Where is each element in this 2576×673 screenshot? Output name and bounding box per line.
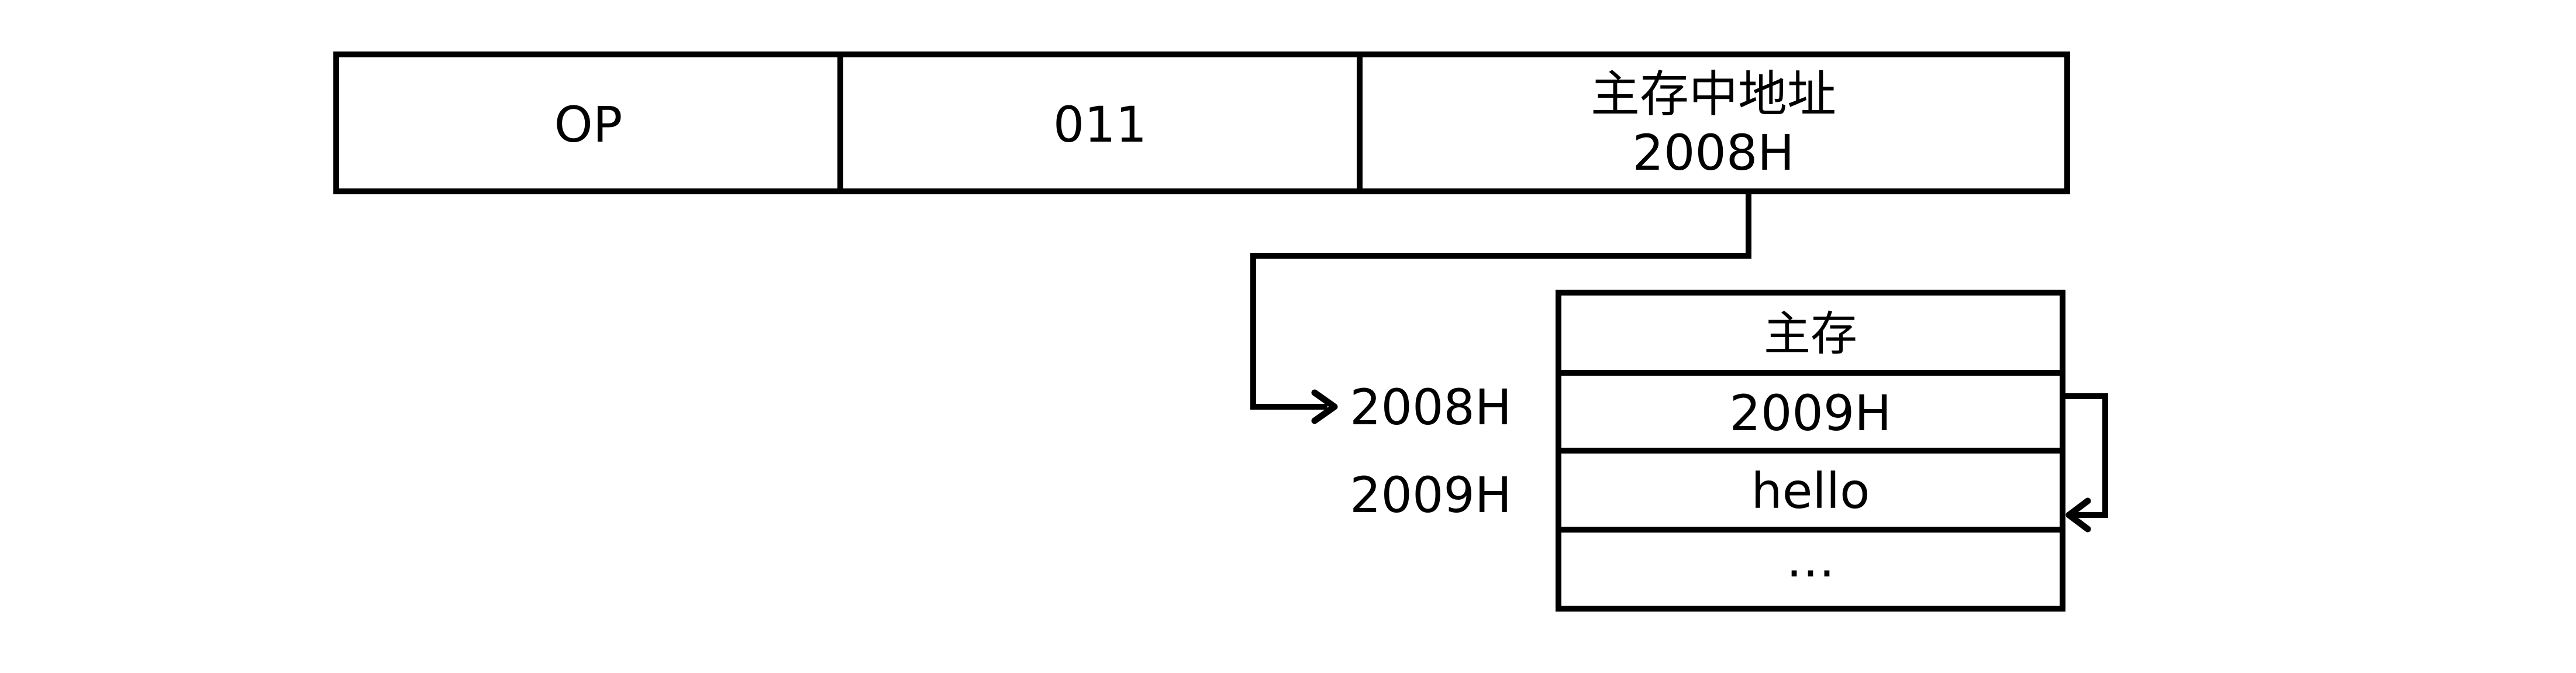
memory-block: 主存 2009H hello … bbox=[1556, 290, 2065, 612]
indirect-pointer-line bbox=[2063, 393, 2108, 518]
indirect-addressing-diagram: OP 011 主存中地址 2008H 主存 2009H hello … 2008… bbox=[333, 51, 2108, 612]
mode-label: 011 bbox=[1053, 96, 1147, 153]
memory-address-label: 2009H bbox=[1350, 466, 1512, 524]
address-field-value: 2008H bbox=[1633, 124, 1795, 181]
memory-address-label: 2008H bbox=[1350, 379, 1512, 436]
memory-cell-content: … bbox=[1786, 531, 1835, 588]
instruction-format: OP 011 主存中地址 2008H bbox=[333, 51, 2070, 194]
memory-cell-content: 2009H bbox=[1730, 384, 1892, 442]
memory-title: 主存 bbox=[1764, 307, 1857, 361]
address-field-title: 主存中地址 bbox=[1591, 66, 1836, 123]
op-label: OP bbox=[554, 96, 623, 153]
memory-cell-content: hello bbox=[1751, 462, 1870, 520]
